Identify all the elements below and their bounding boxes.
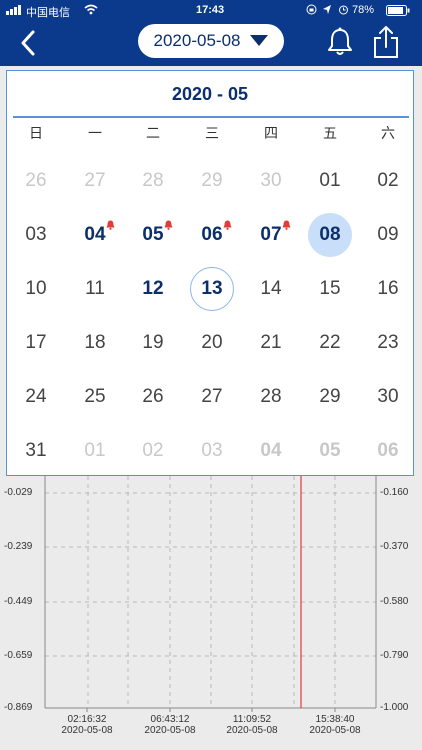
date-picker-button[interactable]: 2020-05-08 — [138, 24, 284, 58]
calendar-day[interactable]: 24 — [14, 375, 58, 419]
nav-bar: 2020-05-08 — [0, 20, 422, 66]
weekday-label: 一 — [88, 125, 102, 141]
line-chart — [44, 476, 377, 712]
calendar-day[interactable]: 02 — [131, 429, 175, 473]
calendar-day[interactable]: 23 — [366, 321, 410, 365]
right-axis-tick-label: -0.370 — [380, 541, 409, 552]
calendar-day[interactable]: 27 — [190, 375, 234, 419]
calendar-month-title: 2020 - 05 — [171, 84, 249, 104]
right-axis-tick-label: -1.000 — [380, 702, 409, 713]
battery-icon — [386, 5, 410, 19]
calendar-day[interactable]: 14 — [249, 267, 293, 311]
back-icon[interactable] — [14, 28, 44, 58]
calendar-day[interactable]: 01 — [308, 159, 352, 203]
weekday-label: 五 — [323, 125, 337, 141]
alarm-icon — [338, 4, 349, 18]
left-axis-tick-label: -0.869 — [4, 702, 33, 713]
right-axis-tick-label: -0.160 — [380, 487, 409, 498]
calendar-day[interactable]: 26 — [14, 159, 58, 203]
calendar-day[interactable]: 18 — [73, 321, 117, 365]
calendar-day[interactable]: 29 — [190, 159, 234, 203]
chart-area: -0.029 -0.239 -0.449 -0.659 -0.869 -0.160 -0.3… — [0, 476, 422, 750]
weekday-label: 四 — [264, 125, 278, 141]
battery-label: 78% — [352, 4, 375, 16]
weekday-label: 日 — [29, 125, 43, 141]
calendar-day[interactable]: 30 — [366, 375, 410, 419]
left-axis-tick-label: -0.239 — [4, 541, 33, 552]
calendar-day[interactable]: 09 — [366, 213, 410, 257]
lock-rotation-icon — [306, 4, 317, 18]
calendar-day[interactable]: 22 — [308, 321, 352, 365]
calendar-day[interactable]: 21 — [249, 321, 293, 365]
reminder-bell-icon — [282, 220, 291, 230]
calendar-day[interactable]: 29 — [308, 375, 352, 419]
left-axis-tick-label: -0.449 — [4, 596, 33, 607]
selected-date: 2020-05-08 — [153, 31, 241, 50]
calendar-day[interactable]: 03 — [14, 213, 58, 257]
calendar-day[interactable]: 11 — [73, 267, 117, 311]
calendar-day[interactable]: 16 — [366, 267, 410, 311]
status-bar: 中国电信 17:43 78% — [0, 0, 422, 20]
reminder-bell-icon — [164, 220, 173, 230]
signal-icon — [6, 5, 22, 18]
bell-icon[interactable] — [326, 26, 354, 58]
calendar-day[interactable]: 25 — [73, 375, 117, 419]
left-axis-tick-label: -0.029 — [4, 487, 33, 498]
calendar-day[interactable]: 28 — [249, 375, 293, 419]
calendar-day[interactable]: 26 — [131, 375, 175, 419]
reminder-bell-icon — [106, 220, 115, 230]
calendar-day[interactable]: 12 — [131, 267, 175, 311]
x-axis-tick-label: 02:16:32 2020-05-08 — [61, 714, 113, 736]
calendar-day[interactable]: 28 — [131, 159, 175, 203]
carrier-label: 中国电信 — [26, 7, 70, 19]
calendar-day[interactable]: 03 — [190, 429, 234, 473]
weekday-label: 六 — [381, 125, 395, 141]
calendar-day[interactable]: 17 — [14, 321, 58, 365]
x-axis-tick-label: 11:09:52 2020-05-08 — [226, 714, 278, 736]
wifi-icon — [84, 4, 98, 18]
calendar-day[interactable]: 31 — [14, 429, 58, 473]
weekday-label: 三 — [205, 125, 219, 141]
x-axis-tick-label: 06:43:12 2020-05-08 — [144, 714, 196, 736]
left-axis-tick-label: -0.659 — [4, 650, 33, 661]
reminder-bell-icon — [223, 220, 232, 230]
calendar-day[interactable]: 04 — [249, 429, 293, 473]
calendar-day-today[interactable]: 13 — [190, 267, 234, 311]
time-label: 17:43 — [196, 4, 225, 16]
chevron-down-icon — [250, 35, 269, 46]
calendar-day[interactable]: 15 — [308, 267, 352, 311]
calendar-day[interactable]: 20 — [190, 321, 234, 365]
calendar-day[interactable]: 02 — [366, 159, 410, 203]
calendar-day[interactable]: 19 — [131, 321, 175, 365]
calendar-day-selected[interactable]: 08 — [308, 213, 352, 257]
location-icon — [322, 4, 332, 18]
calendar-day[interactable]: 01 — [73, 429, 117, 473]
calendar-day[interactable]: 05 — [308, 429, 352, 473]
weekday-label: 二 — [146, 125, 160, 141]
calendar-divider — [13, 116, 409, 118]
calendar-day[interactable]: 27 — [73, 159, 117, 203]
x-axis-tick-label: 15:38:40 2020-05-08 — [309, 714, 361, 736]
right-axis-tick-label: -0.790 — [380, 650, 409, 661]
calendar-day[interactable]: 10 — [14, 267, 58, 311]
right-axis-tick-label: -0.580 — [380, 596, 409, 607]
calendar-popup: 2020 - 05 日 一 二 三 四 五 六 26 27 28 29 30 01 02 03 04 05 06… — [6, 70, 414, 476]
calendar-day[interactable]: 30 — [249, 159, 293, 203]
share-icon[interactable] — [372, 25, 400, 59]
calendar-day[interactable]: 06 — [366, 429, 410, 473]
